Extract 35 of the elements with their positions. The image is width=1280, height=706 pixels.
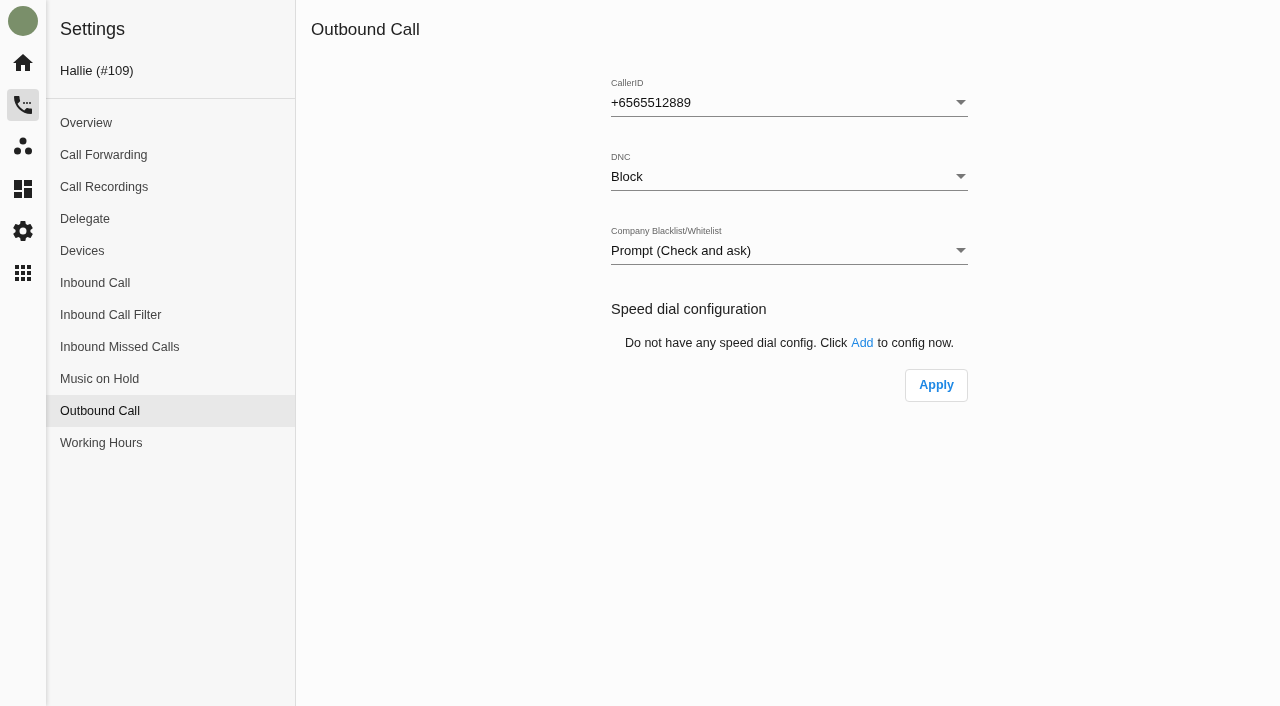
dropdown-caret-icon	[956, 174, 966, 180]
select-field[interactable]: +6565512889	[611, 93, 968, 117]
sidebar-item[interactable]: Call Forwarding	[46, 138, 295, 171]
phone-icon	[13, 95, 33, 115]
sidebar-item[interactable]: Inbound Call	[46, 266, 295, 299]
sidebar-item[interactable]: Call Recordings	[46, 170, 295, 203]
sidebar-item[interactable]: Overview	[46, 106, 295, 139]
dropdown-caret-icon	[956, 100, 966, 106]
apply-button[interactable]: Apply	[905, 369, 968, 402]
select-field[interactable]: Block	[611, 167, 968, 191]
avatar-placeholder[interactable]	[8, 6, 38, 36]
three-dots-icon	[13, 137, 33, 157]
add-link[interactable]: Add	[851, 336, 874, 351]
select-field[interactable]: Prompt (Check and ask)	[611, 241, 968, 265]
field-label: CallerID	[611, 76, 645, 90]
settings-icon	[13, 221, 33, 241]
user-name: Hallie (#109)	[46, 43, 295, 99]
nav-rail-button[interactable]	[7, 89, 39, 121]
sidebar-item[interactable]: Outbound Call	[46, 394, 295, 427]
home-icon	[13, 53, 33, 73]
sidebar-item[interactable]: Devices	[46, 234, 295, 267]
sidebar-title: Settings	[59, 18, 127, 41]
sidebar-item[interactable]: Music on Hold	[46, 362, 295, 395]
dashboard-icon	[13, 179, 33, 199]
sidebar-item[interactable]: Delegate	[46, 202, 295, 235]
section-heading: Speed dial configuration	[611, 299, 768, 319]
sidebar-item[interactable]: Inbound Missed Calls	[46, 330, 295, 363]
field-label: DNC	[611, 150, 632, 164]
field-label: Company Blacklist/Whitelist	[611, 224, 723, 238]
page-title: Outbound Call	[310, 19, 421, 41]
sidebar-item[interactable]: Working Hours	[46, 426, 295, 459]
sidebar-item[interactable]: Inbound Call Filter	[46, 298, 295, 331]
empty-message: Do not have any speed dial config. Click Add to config now.	[623, 335, 956, 353]
apps-grid-icon	[13, 263, 33, 283]
dropdown-caret-icon	[956, 248, 966, 254]
